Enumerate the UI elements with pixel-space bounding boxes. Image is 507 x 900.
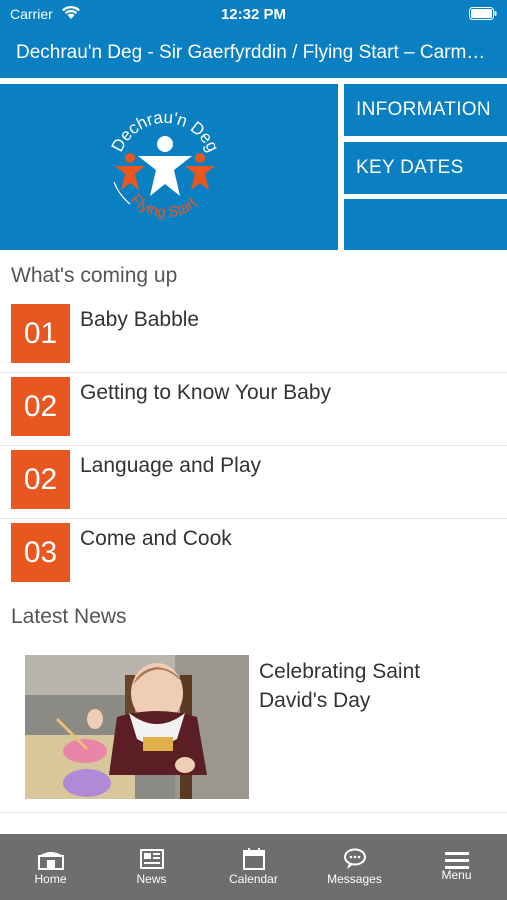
tab-label: Home [34,872,67,886]
event-title: Baby Babble [80,308,200,331]
news-title: Celebrating Saint David's Day [259,660,421,712]
hero-banner[interactable]: Dechrau'n Deg Flying Start [0,84,338,250]
tab-label: News [136,872,167,886]
battery-icon [469,7,497,20]
tab-news[interactable]: News [101,834,202,900]
tab-bar: Home News Calendar Messages Menu [0,834,507,900]
latest-news-heading: Latest News [11,605,127,628]
coming-up-heading: What's coming up [11,264,178,287]
event-title: Come and Cook [80,527,232,550]
news-icon [140,849,164,869]
tab-label: Calendar [229,872,278,886]
home-icon [38,852,64,870]
tab-label: Messages [327,872,382,886]
event-number-badge: 02 [11,450,70,509]
event-number-badge: 02 [11,377,70,436]
event-row[interactable]: 03 Come and Cook [0,519,507,592]
status-time: 12:32 PM [220,6,287,23]
page-title: Dechrau'n Deg - Sir Gaerfyrddin / Flying… [16,42,494,63]
tab-label: Menu [441,868,472,882]
event-title: Getting to Know Your Baby [80,381,332,404]
event-number-badge: 01 [11,304,70,363]
event-row[interactable]: 02 Language and Play [0,446,507,519]
flying-start-logo: Dechrau'n Deg Flying Start [108,108,223,221]
news-item[interactable]: Celebrating Saint David's Day [0,645,507,813]
key-dates-tile[interactable]: KEY DATES [344,142,507,194]
status-bar: Carrier 12:32 PM [0,0,507,28]
news-thumbnail-image [25,655,249,799]
tab-menu[interactable]: Menu [406,834,507,900]
information-tile[interactable]: INFORMATION [344,84,507,136]
tab-home[interactable]: Home [0,834,101,900]
empty-tile[interactable] [344,199,507,250]
tab-messages[interactable]: Messages [304,834,405,900]
app-header: Dechrau'n Deg - Sir Gaerfyrddin / Flying… [0,28,507,78]
calendar-icon [243,848,265,870]
event-row[interactable]: 02 Getting to Know Your Baby [0,373,507,446]
event-row[interactable]: 01 Baby Babble [0,300,507,373]
messages-icon [344,848,366,869]
event-title: Language and Play [80,454,261,477]
event-number-badge: 03 [11,523,70,582]
svg-text:Flying Start: Flying Start [127,191,201,221]
tab-calendar[interactable]: Calendar [203,834,304,900]
